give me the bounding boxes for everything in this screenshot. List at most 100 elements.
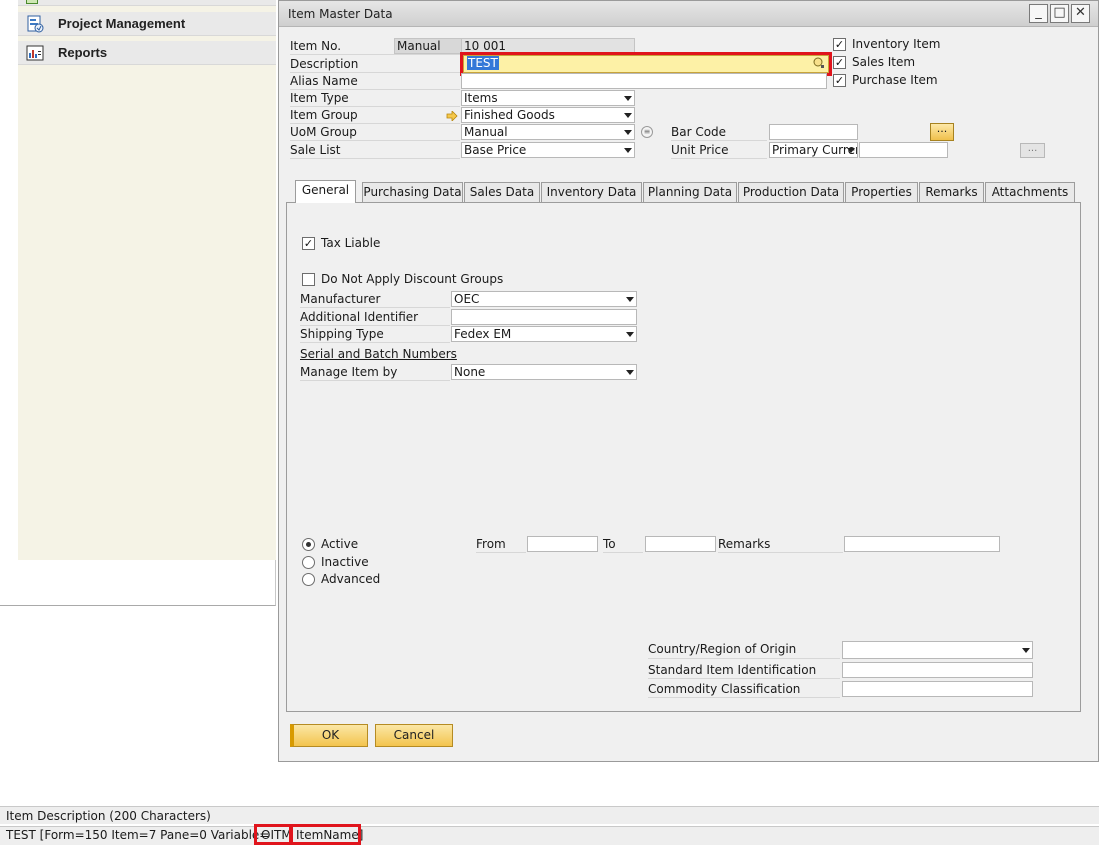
- tab-planning-data[interactable]: Planning Data: [643, 182, 737, 202]
- manufacturer-label: Manufacturer: [300, 292, 381, 306]
- module-icon-partial: [26, 0, 38, 4]
- label-underline: [300, 342, 450, 343]
- active-radio[interactable]: [302, 538, 315, 551]
- chevron-down-icon: [1022, 648, 1030, 653]
- unit-price-label: Unit Price: [671, 143, 729, 157]
- label-underline: [648, 658, 840, 659]
- additional-identifier-field[interactable]: [451, 309, 637, 325]
- label-underline: [648, 697, 840, 698]
- tab-sales-data[interactable]: Sales Data: [464, 182, 540, 202]
- status-system-info-prefix: TEST [Form=150 Item=7 Pane=0 Variable=: [6, 828, 270, 842]
- label-underline: [290, 158, 460, 159]
- label-underline: [290, 54, 460, 55]
- uom-group-dropdown[interactable]: Manual: [461, 124, 635, 140]
- status-field-description: Item Description (200 Characters): [6, 809, 211, 823]
- bar-code-label: Bar Code: [671, 125, 727, 139]
- standard-item-id-field[interactable]: [842, 662, 1033, 678]
- label-underline: [290, 89, 460, 90]
- sale-list-value: Base Price: [464, 143, 527, 157]
- alias-name-field[interactable]: [461, 73, 827, 89]
- inactive-radio[interactable]: [302, 556, 315, 569]
- module-item-label: Project Management: [58, 16, 186, 31]
- chevron-down-icon: [624, 148, 632, 153]
- manage-item-by-dropdown[interactable]: None: [451, 364, 637, 380]
- sale-list-label: Sale List: [290, 143, 341, 157]
- tab-purchasing-data[interactable]: Purchasing Data: [362, 182, 463, 202]
- manufacturer-dropdown[interactable]: OEC: [451, 291, 637, 307]
- label-underline: [648, 678, 840, 679]
- tab-general[interactable]: General: [295, 180, 356, 203]
- chevron-down-icon: [626, 332, 634, 337]
- module-item-label: Reports: [58, 45, 108, 60]
- tab-inventory-data[interactable]: Inventory Data: [541, 182, 642, 202]
- shipping-type-value: Fedex EM: [454, 327, 512, 341]
- ok-button[interactable]: OK: [290, 724, 368, 747]
- from-date-field[interactable]: [527, 536, 598, 552]
- advanced-label: Advanced: [321, 572, 381, 586]
- description-label: Description: [290, 57, 359, 71]
- standard-item-id-label: Standard Item Identification: [648, 663, 817, 677]
- advanced-radio[interactable]: [302, 573, 315, 586]
- tab-properties[interactable]: Properties: [845, 182, 918, 202]
- sale-list-dropdown[interactable]: Base Price: [461, 142, 635, 158]
- tab-production-data[interactable]: Production Data: [738, 182, 844, 202]
- uom-details-icon[interactable]: ≡: [641, 126, 653, 138]
- item-no-series-dropdown[interactable]: Manual: [394, 38, 462, 54]
- unit-price-details-button[interactable]: ...: [1020, 143, 1045, 158]
- inventory-item-checkbox[interactable]: ✓: [833, 38, 846, 51]
- additional-identifier-label: Additional Identifier: [300, 310, 419, 324]
- bar-code-button[interactable]: ...: [930, 123, 954, 141]
- shipping-type-label: Shipping Type: [300, 327, 384, 341]
- manage-item-by-label: Manage Item by: [300, 365, 398, 379]
- to-date-field[interactable]: [645, 536, 716, 552]
- window-titlebar[interactable]: Item Master Data _ □ ✕: [279, 1, 1098, 27]
- manage-item-by-value: None: [454, 365, 486, 379]
- bar-code-field[interactable]: [769, 124, 858, 140]
- module-item-project-management[interactable]: Project Management: [18, 12, 276, 36]
- chevron-down-icon: [624, 113, 632, 118]
- module-item-reports[interactable]: Reports: [18, 41, 276, 65]
- status-bar-system-info: TEST [Form=150 Item=7 Pane=0 Variable= OI…: [0, 826, 1099, 845]
- project-management-icon: [24, 15, 46, 33]
- tax-liable-checkbox[interactable]: ✓: [302, 237, 315, 250]
- sales-item-checkbox[interactable]: ✓: [833, 56, 846, 69]
- module-panel-background: [18, 0, 276, 560]
- unit-price-field[interactable]: [859, 142, 948, 158]
- item-group-value: Finished Goods: [464, 108, 555, 122]
- tab-attachments[interactable]: Attachments: [985, 182, 1075, 202]
- commodity-classification-field[interactable]: [842, 681, 1033, 697]
- module-panel: Project Management Reports: [0, 0, 276, 606]
- uom-group-value: Manual: [464, 125, 508, 139]
- purchase-item-label: Purchase Item: [852, 73, 938, 87]
- tab-remarks[interactable]: Remarks: [919, 182, 984, 202]
- item-group-dropdown[interactable]: Finished Goods: [461, 107, 635, 123]
- commodity-classification-label: Commodity Classification: [648, 682, 801, 696]
- cancel-button[interactable]: Cancel: [375, 724, 453, 747]
- remarks-field[interactable]: [844, 536, 1000, 552]
- label-underline: [671, 158, 767, 159]
- item-type-dropdown[interactable]: Items: [461, 90, 635, 106]
- field-name-highlight-box: [290, 824, 361, 845]
- maximize-button[interactable]: □: [1050, 4, 1069, 23]
- label-underline: [290, 140, 460, 141]
- no-discount-groups-checkbox[interactable]: [302, 273, 315, 286]
- country-region-dropdown[interactable]: [842, 641, 1033, 659]
- minimize-button[interactable]: _: [1029, 4, 1048, 23]
- label-underline: [718, 552, 843, 553]
- tax-liable-label: Tax Liable: [321, 236, 381, 250]
- alias-name-label: Alias Name: [290, 74, 358, 88]
- chevron-down-icon: [626, 297, 634, 302]
- module-row-partial: [18, 0, 276, 6]
- link-arrow-icon[interactable]: [446, 110, 458, 124]
- label-underline: [603, 552, 643, 553]
- no-discount-groups-label: Do Not Apply Discount Groups: [321, 272, 504, 286]
- table-name-highlight-box: [254, 824, 292, 845]
- uom-group-label: UoM Group: [290, 125, 357, 139]
- status-bar-description: Item Description (200 Characters): [0, 806, 1099, 824]
- shipping-type-dropdown[interactable]: Fedex EM: [451, 326, 637, 342]
- unit-price-currency-value: Primary Currer: [772, 143, 858, 157]
- unit-price-currency-dropdown[interactable]: Primary Currer: [769, 142, 858, 158]
- chevron-down-icon: [626, 370, 634, 375]
- close-button[interactable]: ✕: [1071, 4, 1090, 23]
- purchase-item-checkbox[interactable]: ✓: [833, 74, 846, 87]
